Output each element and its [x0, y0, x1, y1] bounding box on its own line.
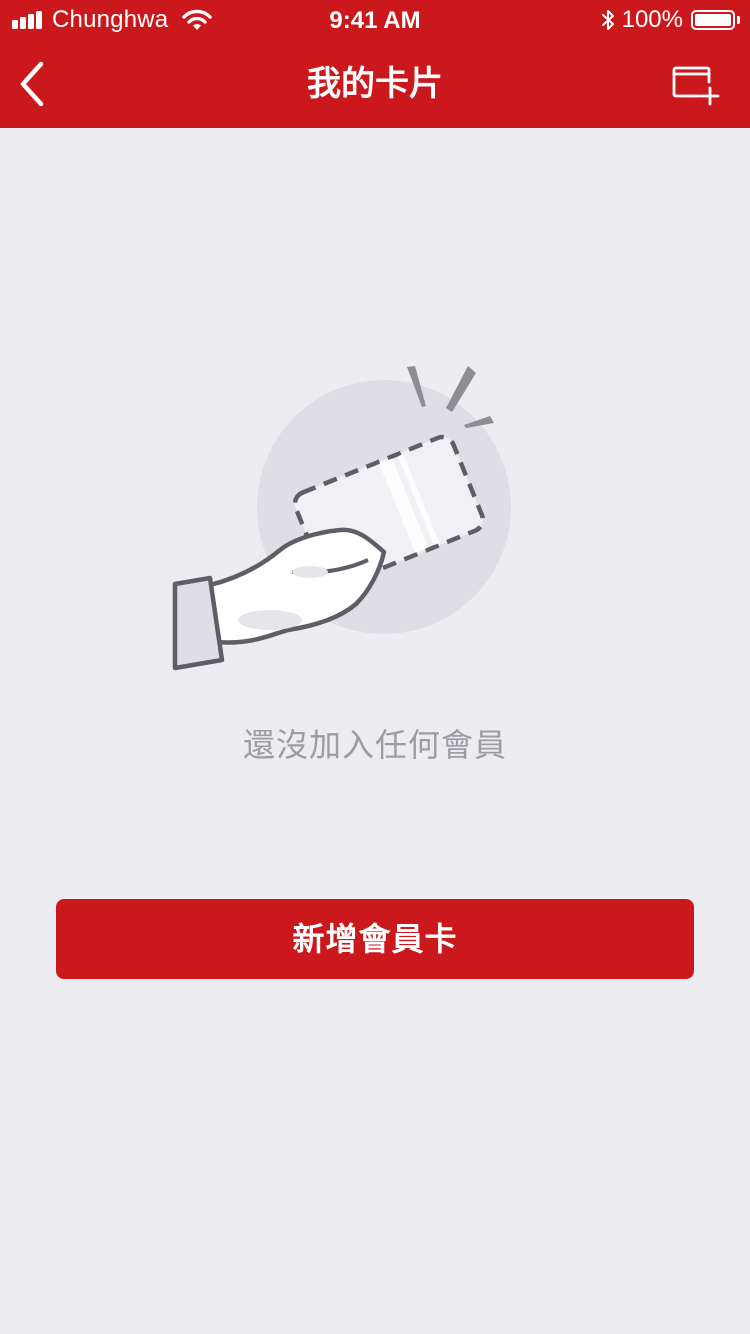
battery-percent: 100% [621, 6, 683, 33]
hand-holding-card-illustration [172, 366, 511, 671]
add-member-card-button[interactable]: 新增會員卡 [56, 899, 694, 979]
add-card-icon [672, 66, 720, 106]
chevron-left-icon [20, 61, 44, 107]
bluetooth-icon [601, 10, 614, 30]
status-bar: Chunghwa 9:41 AM 100% [0, 0, 750, 40]
screen: Chunghwa 9:41 AM 100% 我的卡片 還沒加入任何會員 新增會員… [0, 0, 750, 1334]
add-card-button[interactable] [670, 60, 724, 110]
battery-icon [691, 10, 735, 30]
nav-bar: 我的卡片 [0, 40, 750, 128]
back-button[interactable] [10, 54, 54, 114]
status-right: 100% [600, 6, 740, 34]
empty-state-message: 還沒加入任何會員 [242, 726, 507, 764]
hand-shape [172, 527, 387, 671]
battery-cap [737, 16, 740, 24]
page-title: 我的卡片 [307, 64, 443, 104]
battery-level [695, 14, 731, 26]
